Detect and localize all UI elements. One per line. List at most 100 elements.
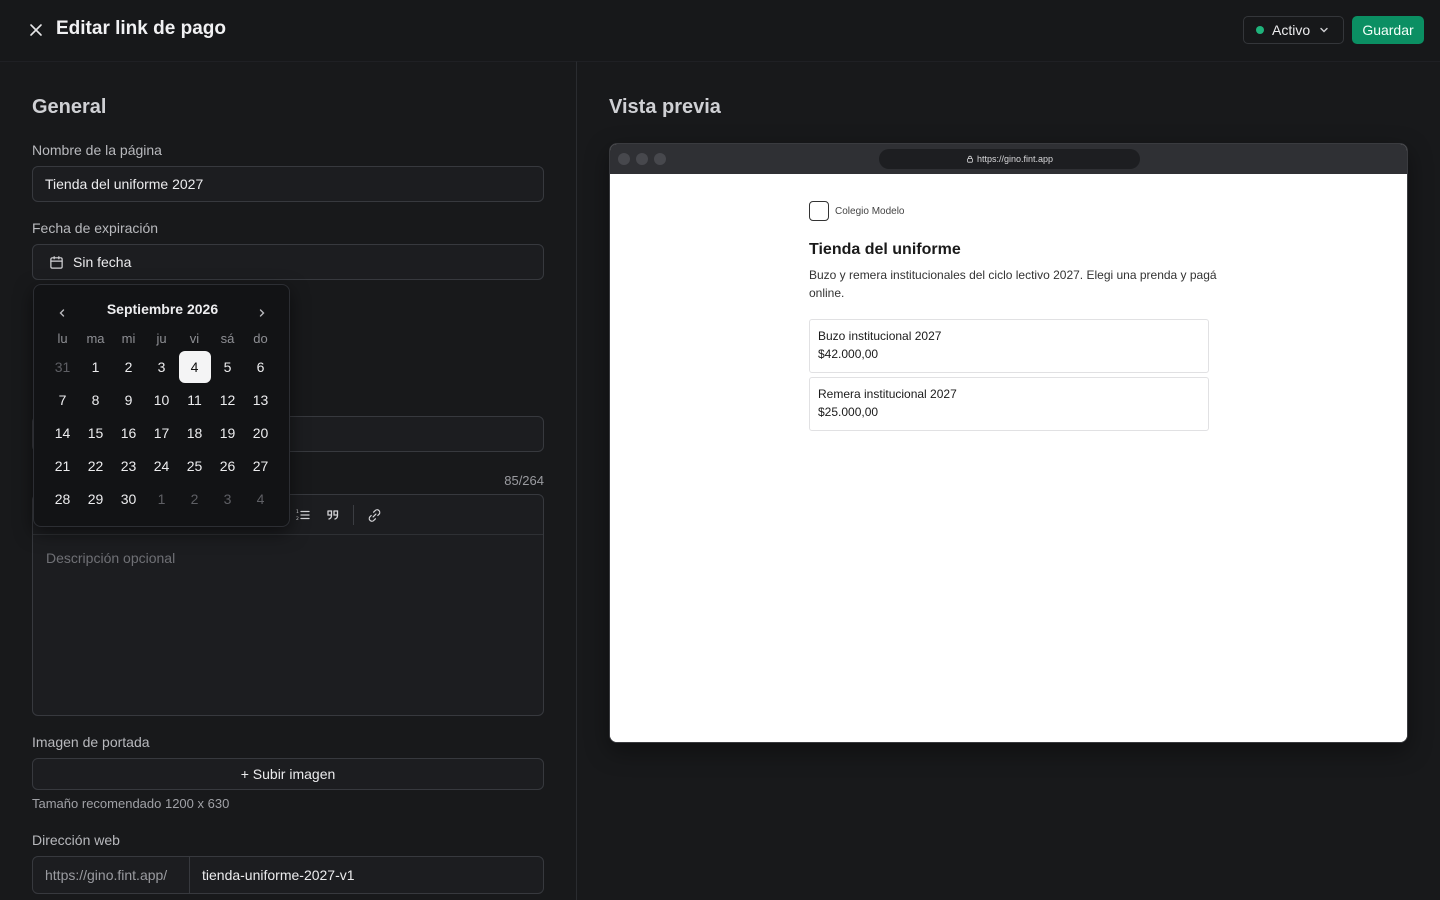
lock-icon — [967, 155, 973, 163]
web-address-label: Dirección web — [32, 832, 120, 848]
calendar-day[interactable]: 28 — [46, 482, 79, 515]
calendar-day[interactable]: 2 — [178, 482, 211, 515]
weekday-row: lu ma mi ju vi sá do — [46, 331, 277, 347]
calendar-day[interactable]: 30 — [112, 482, 145, 515]
calendar-day[interactable]: 10 — [145, 383, 178, 416]
calendar-day[interactable]: 15 — [79, 416, 112, 449]
calendar-day[interactable]: 2 — [112, 350, 145, 383]
expiry-value: Sin fecha — [73, 254, 132, 270]
ordered-list-icon: 12 — [296, 509, 310, 522]
link-button[interactable] — [364, 505, 384, 525]
product-card[interactable]: Remera institucional 2027 $25.000,00 — [809, 377, 1209, 431]
description-editor[interactable]: 12 Descripción opcional — [32, 494, 544, 716]
svg-text:2: 2 — [296, 516, 299, 522]
next-month-button[interactable] — [252, 303, 272, 323]
product-price: $25.000,00 — [818, 405, 879, 419]
upload-image-button[interactable]: + Subir imagen — [32, 758, 544, 790]
status-dot — [1256, 26, 1264, 34]
calendar-day[interactable]: 1 — [145, 482, 178, 515]
weekday-label: mi — [121, 331, 136, 346]
calendar-day[interactable]: 16 — [112, 416, 145, 449]
preview-panel: Vista previa https://gino.fint.app Coleg… — [577, 61, 1440, 900]
calendar-day[interactable]: 1 — [79, 350, 112, 383]
calendar-day[interactable]: 29 — [79, 482, 112, 515]
page-title: Editar link de pago — [56, 18, 226, 39]
calendar-day[interactable]: 7 — [46, 383, 79, 416]
window-dot — [618, 153, 630, 165]
calendar-day[interactable]: 31 — [46, 350, 79, 383]
calendar-day[interactable]: 20 — [244, 416, 277, 449]
quote-icon — [327, 510, 339, 520]
top-header: Editar link de pago Activo Guardar — [0, 0, 1440, 61]
weekday-label: ju — [156, 331, 167, 346]
url-prefix: https://gino.fint.app/ — [33, 857, 190, 893]
store-description: Buzo y remera institucionales del ciclo … — [809, 268, 1217, 300]
day-grid: 31 1 2 3 4 5 6 7 8 9 10 11 12 13 14 15 16 17 18 19 20 21 22 23 2… — [46, 350, 277, 515]
weekday-label: vi — [189, 331, 200, 346]
calendar-day[interactable]: 3 — [145, 350, 178, 383]
name-label: Nombre de la página — [32, 142, 162, 158]
product-name: Buzo institucional 2027 — [818, 329, 942, 343]
calendar-day[interactable]: 8 — [79, 383, 112, 416]
calendar-day-selected[interactable]: 4 — [178, 350, 211, 383]
calendar-day[interactable]: 12 — [211, 383, 244, 416]
calendar-day[interactable]: 19 — [211, 416, 244, 449]
calendar-day[interactable]: 24 — [145, 449, 178, 482]
calendar-day[interactable]: 17 — [145, 416, 178, 449]
product-card[interactable]: Buzo institucional 2027 $42.000,00 — [809, 319, 1209, 373]
calendar-day[interactable]: 3 — [211, 482, 244, 515]
web-address-field: https://gino.fint.app/ tienda-uniforme-2… — [32, 856, 544, 894]
svg-text:1: 1 — [296, 509, 299, 515]
weekday-label: lu — [57, 331, 68, 346]
org-logo — [809, 201, 829, 221]
description-counter: 85/264 — [504, 473, 544, 488]
status-dropdown[interactable]: Activo — [1243, 16, 1344, 44]
date-picker-popover: Septiembre 2026 lu ma mi ju vi sá do 31 1 2 3 4 5 6 7… — [33, 284, 290, 527]
weekday-label: sá — [220, 331, 235, 346]
chevron-right-icon — [259, 309, 265, 317]
calendar-day[interactable]: 26 — [211, 449, 244, 482]
status-label: Activo — [1272, 22, 1311, 38]
calendar-day[interactable]: 18 — [178, 416, 211, 449]
org-name: Colegio Modelo — [835, 205, 905, 217]
calendar-day[interactable]: 11 — [178, 383, 211, 416]
address-bar: https://gino.fint.app — [879, 149, 1140, 169]
calendar-day[interactable]: 25 — [178, 449, 211, 482]
save-button[interactable]: Guardar — [1352, 16, 1424, 44]
weekday-label: ma — [86, 331, 105, 346]
browser-bar: https://gino.fint.app — [610, 144, 1407, 174]
description-placeholder: Descripción opcional — [46, 550, 176, 566]
link-icon — [368, 508, 380, 522]
calendar-day[interactable]: 9 — [112, 383, 145, 416]
chevron-down-icon — [1320, 27, 1328, 33]
calendar-icon — [50, 255, 63, 269]
browser-preview: https://gino.fint.app Colegio Modelo Tie… — [609, 143, 1408, 743]
calendar-day[interactable]: 14 — [46, 416, 79, 449]
close-button[interactable] — [22, 16, 50, 44]
product-name: Remera institucional 2027 — [818, 387, 957, 401]
expiry-label: Fecha de expiración — [32, 220, 159, 236]
weekday-label: do — [253, 331, 268, 346]
cover-hint: Tamaño recomendado 1200 x 630 — [32, 796, 230, 811]
calendar-day[interactable]: 5 — [211, 350, 244, 383]
preview-page: Colegio Modelo Tienda del uniforme Buzo … — [610, 174, 1407, 742]
url-slug-input[interactable]: tienda-uniforme-2027-v1 — [190, 857, 355, 893]
org-header: Colegio Modelo — [809, 201, 905, 221]
calendar-day[interactable]: 21 — [46, 449, 79, 482]
product-price: $42.000,00 — [818, 347, 879, 361]
calendar-day[interactable]: 27 — [244, 449, 277, 482]
toolbar-divider — [353, 505, 354, 525]
quote-button[interactable] — [323, 505, 343, 525]
calendar-day[interactable]: 6 — [244, 350, 277, 383]
calendar-day[interactable]: 13 — [244, 383, 277, 416]
close-icon — [30, 24, 42, 36]
window-dot — [654, 153, 666, 165]
store-title: Tienda del uniforme — [809, 241, 961, 258]
calendar-day[interactable]: 23 — [112, 449, 145, 482]
ordered-list-button[interactable]: 12 — [293, 505, 313, 525]
window-dot — [636, 153, 648, 165]
calendar-day[interactable]: 4 — [244, 482, 277, 515]
expiry-date-picker[interactable]: Sin fecha — [32, 244, 544, 280]
calendar-day[interactable]: 22 — [79, 449, 112, 482]
name-input[interactable]: Tienda del uniforme 2027 — [32, 166, 544, 202]
